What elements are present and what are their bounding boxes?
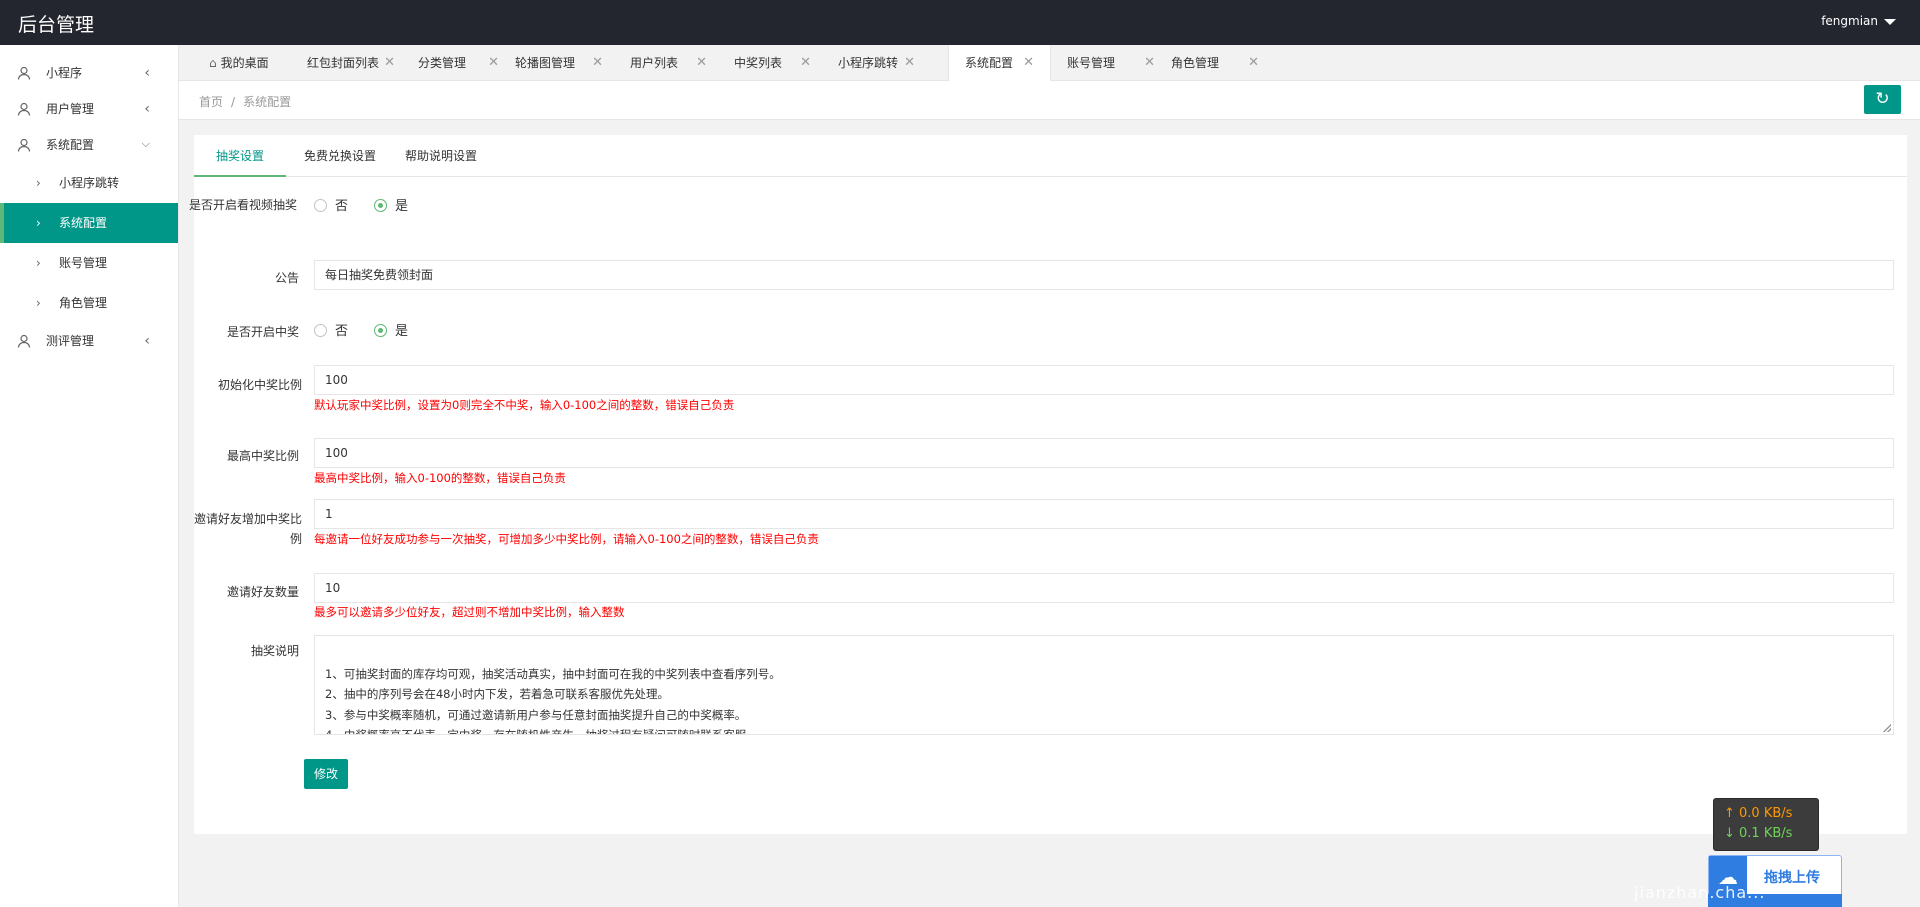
resize-grip-icon[interactable] xyxy=(1883,724,1891,732)
app-title: 后台管理 xyxy=(18,14,95,36)
init-ratio-label: 初始化中奖比例 xyxy=(217,378,302,392)
tab-system-config[interactable]: 系统配置 ✕ xyxy=(948,45,1051,82)
tab-free-exchange-settings[interactable]: 免费兑换设置 xyxy=(304,135,376,177)
drag-upload-label: 拖拽上传 xyxy=(1764,870,1820,886)
init-ratio-input[interactable]: 100 xyxy=(314,365,1894,395)
invite-add-label: 邀请好友增加中奖比例 xyxy=(193,512,302,546)
breadcrumb-home[interactable]: 首页 xyxy=(199,95,223,109)
invite-add-hint: 每邀请一位好友成功参与一次抽奖，可增加多少中奖比例，请输入0-100之间的整数，… xyxy=(314,532,819,546)
network-speed-widget: ↑ 0.0 KB/s ↓ 0.1 KB/s xyxy=(1713,798,1819,851)
username: fengmian xyxy=(1821,14,1878,28)
tab-prize-list[interactable]: 中奖列表 ✕ xyxy=(707,45,811,81)
radio-off-icon xyxy=(314,324,327,337)
tab-cover-list[interactable]: 红包封面列表 ✕ xyxy=(291,45,395,81)
enable-prize-yes-radio[interactable]: 是 xyxy=(374,322,408,342)
settings-card: 抽奖设置 免费兑换设置 帮助说明设置 是否开启看视频抽奖 否 是 公告 每日抽奖… xyxy=(189,135,1907,834)
breadcrumb: 首页 / 系统配置 xyxy=(199,95,292,109)
upload-speed: ↑ 0.0 KB/s xyxy=(1724,806,1793,821)
close-icon[interactable]: ✕ xyxy=(1144,45,1155,81)
chevron-left-icon: ‹ xyxy=(144,101,150,117)
video-lottery-label: 是否开启看视频抽奖 xyxy=(188,198,297,212)
chevron-left-icon: ‹ xyxy=(144,333,150,349)
video-lottery-no-radio[interactable]: 否 xyxy=(314,197,348,217)
max-ratio-hint: 最高中奖比例，输入0-100的整数，错误自己负责 xyxy=(314,471,566,485)
refresh-button[interactable]: ↻ xyxy=(1864,85,1901,114)
enable-prize-label: 是否开启中奖 xyxy=(226,325,299,339)
close-icon[interactable]: ✕ xyxy=(904,45,915,81)
invite-count-label: 邀请好友数量 xyxy=(226,585,299,599)
refresh-icon: ↻ xyxy=(1875,89,1890,109)
tab-desktop[interactable]: ⌂ 我的桌面 xyxy=(193,45,269,81)
notice-input[interactable]: 每日抽奖免费领封面 xyxy=(314,260,1894,290)
video-lottery-yes-radio[interactable]: 是 xyxy=(374,197,408,217)
invite-count-input[interactable]: 10 xyxy=(314,573,1894,603)
settings-tabs: 抽奖设置 免费兑换设置 帮助说明设置 xyxy=(194,135,1907,177)
close-icon[interactable]: ✕ xyxy=(488,45,499,81)
radio-off-icon xyxy=(314,199,327,212)
breadcrumb-current: 系统配置 xyxy=(243,95,292,109)
chevron-right-icon: › xyxy=(36,176,41,190)
tab-carousel[interactable]: 轮播图管理 ✕ xyxy=(499,45,603,81)
sidebar-item-system-config[interactable]: 系统配置 ⌵ xyxy=(0,127,178,163)
sidebar-item-users[interactable]: 用户管理 ‹ xyxy=(0,91,178,127)
close-icon[interactable]: ✕ xyxy=(696,45,707,81)
page-tabs: ⌂ 我的桌面 红包封面列表 ✕ 分类管理 ✕ 轮播图管理 ✕ 用户列表 ✕ 中奖列表 ✕ 小… xyxy=(179,45,1920,82)
tab-miniprogram-jump[interactable]: 小程序跳转 ✕ xyxy=(811,45,915,81)
tab-category[interactable]: 分类管理 ✕ xyxy=(395,45,499,81)
chevron-right-icon: › xyxy=(36,256,41,270)
init-ratio-hint: 默认玩家中奖比例，设置为0则完全不中奖，输入0-100之间的整数，错误自己负责 xyxy=(314,398,735,412)
submit-button[interactable]: 修改 xyxy=(304,759,348,789)
user-icon xyxy=(17,138,31,152)
tab-help-settings[interactable]: 帮助说明设置 xyxy=(405,135,477,177)
close-icon[interactable]: ✕ xyxy=(1023,45,1034,81)
sidebar-subitem-roles[interactable]: › 角色管理 xyxy=(0,283,178,323)
invite-add-input[interactable]: 1 xyxy=(314,499,1894,529)
sidebar-item-evaluation[interactable]: 测评管理 ‹ xyxy=(0,323,178,359)
close-icon[interactable]: ✕ xyxy=(592,45,603,81)
user-icon xyxy=(17,102,31,116)
chevron-right-icon: › xyxy=(36,216,41,230)
home-icon: ⌂ xyxy=(209,56,217,70)
invite-count-hint: 最多可以邀请多少位好友，超过则不增加中奖比例，输入整数 xyxy=(314,605,625,619)
sidebar-subitem-account[interactable]: › 账号管理 xyxy=(0,243,178,283)
user-icon xyxy=(17,66,31,80)
tab-user-list[interactable]: 用户列表 ✕ xyxy=(603,45,707,81)
max-ratio-label: 最高中奖比例 xyxy=(226,449,299,463)
download-speed: ↓ 0.1 KB/s xyxy=(1724,826,1793,841)
close-icon[interactable]: ✕ xyxy=(1248,45,1259,81)
chevron-down-icon: ⌵ xyxy=(141,137,150,150)
sidebar: 小程序 ‹ 用户管理 ‹ 系统配置 ⌵ › 小程序跳转 › 系统配置 › 账号管… xyxy=(0,45,179,907)
tab-roles[interactable]: 角色管理 ✕ xyxy=(1155,45,1259,81)
description-label: 抽奖说明 xyxy=(250,644,299,658)
user-icon xyxy=(17,334,31,348)
radio-on-icon xyxy=(374,324,387,337)
enable-prize-no-radio[interactable]: 否 xyxy=(314,322,348,342)
description-textarea[interactable]: 1、可抽奖封面的库存均可观，抽奖活动真实，抽中封面可在我的中奖列表中查看序列号。… xyxy=(314,635,1894,735)
close-icon[interactable]: ✕ xyxy=(800,45,811,81)
breadcrumb-bar: 首页 / 系统配置 ↻ xyxy=(179,81,1920,120)
user-menu[interactable]: fengmian xyxy=(1821,14,1896,28)
tab-lottery-settings[interactable]: 抽奖设置 xyxy=(194,135,286,177)
sidebar-item-miniprogram[interactable]: 小程序 ‹ xyxy=(0,55,178,91)
caret-down-icon xyxy=(1884,18,1896,25)
watermark-text: jianzhan.cha... xyxy=(1634,883,1766,902)
sidebar-subitem-system-config[interactable]: › 系统配置 xyxy=(0,203,178,243)
max-ratio-input[interactable]: 100 xyxy=(314,438,1894,468)
chevron-left-icon: ‹ xyxy=(144,65,150,81)
chevron-right-icon: › xyxy=(36,296,41,310)
notice-label: 公告 xyxy=(274,271,299,285)
top-header: 后台管理 fengmian xyxy=(0,0,1920,45)
tab-account[interactable]: 账号管理 ✕ xyxy=(1051,45,1155,81)
sidebar-subitem-miniprogram-jump[interactable]: › 小程序跳转 xyxy=(0,163,178,203)
close-icon[interactable]: ✕ xyxy=(384,45,395,81)
radio-on-icon xyxy=(374,199,387,212)
